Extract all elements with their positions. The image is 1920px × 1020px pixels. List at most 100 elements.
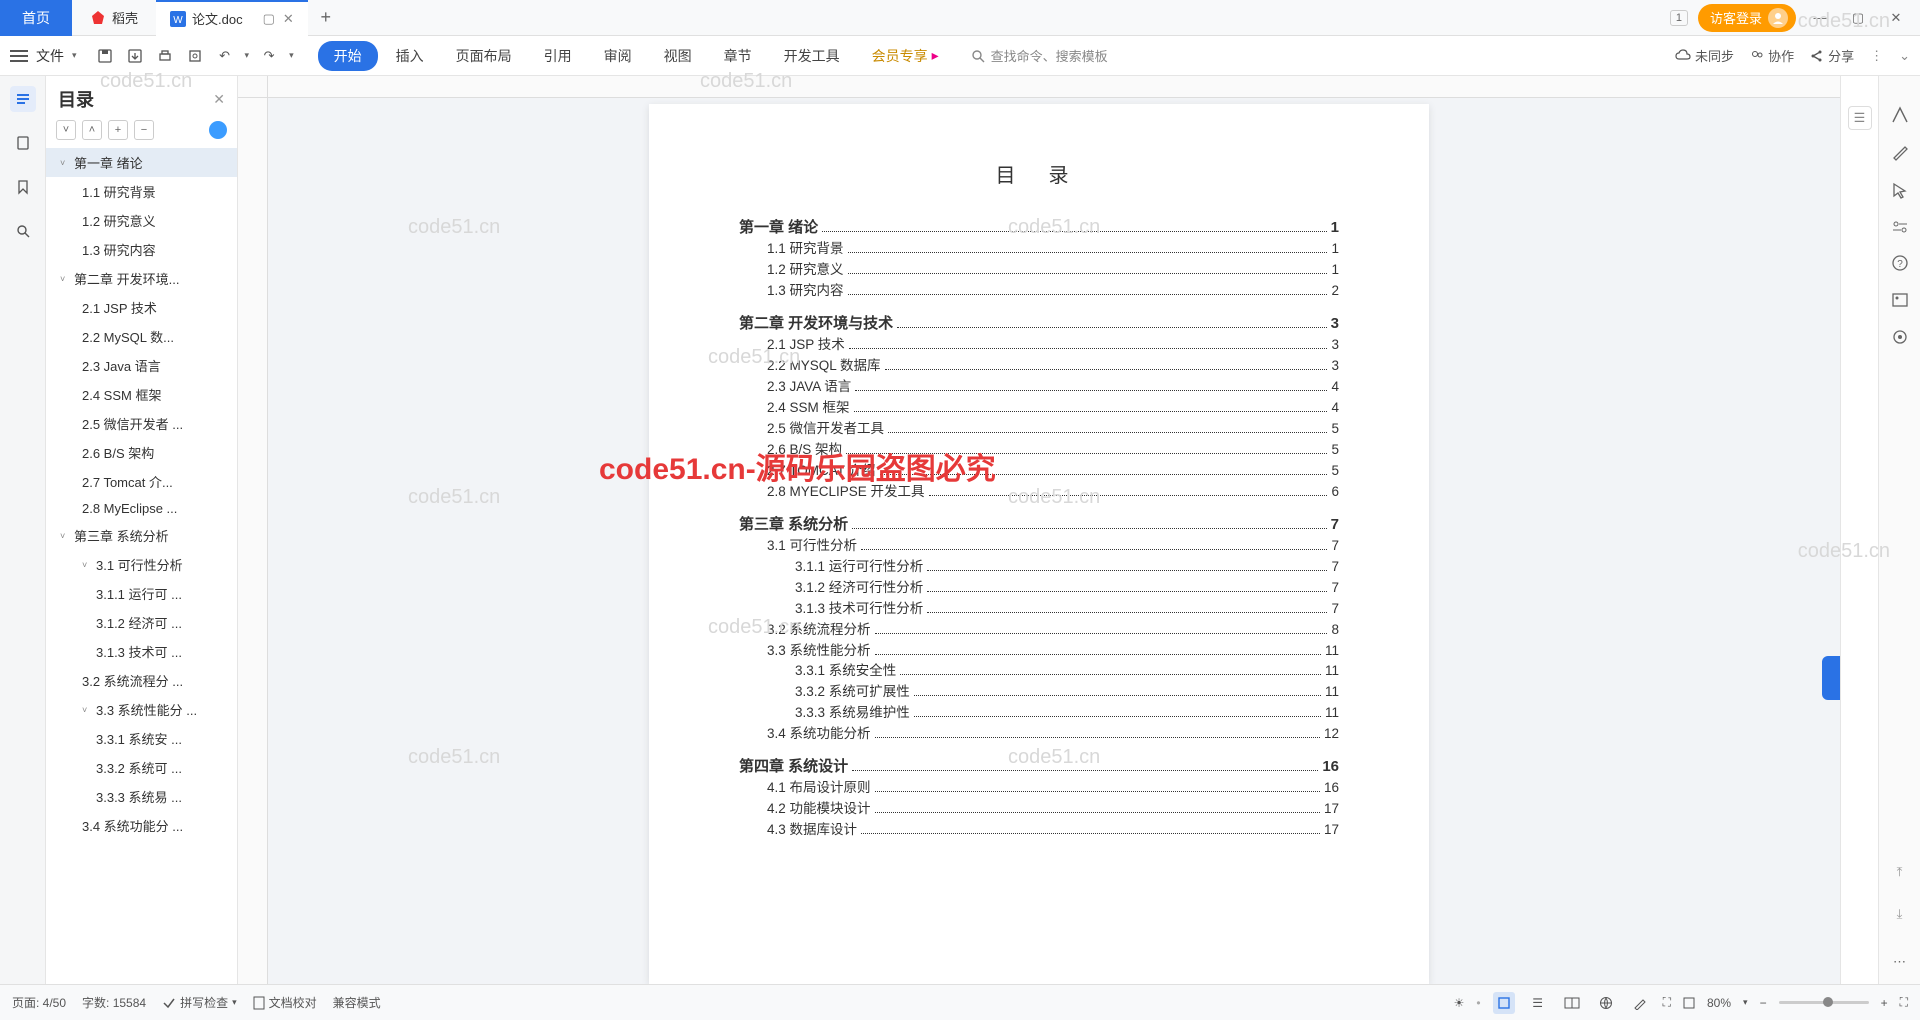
toc-line[interactable]: 2.4 SSM 框架4 <box>739 398 1339 419</box>
outline-item[interactable]: ˅3.1 可行性分析 <box>46 550 237 579</box>
outline-item[interactable]: ˅第二章 开发环境... <box>46 264 237 293</box>
outline-item[interactable]: 2.6 B/S 架构 <box>46 438 237 467</box>
view-edit-icon[interactable] <box>1629 992 1651 1014</box>
ribbon-tab-vip[interactable]: 会员专享 ▸ <box>858 40 953 72</box>
ribbon-tab-review[interactable]: 审阅 <box>590 40 646 72</box>
dim-icon[interactable]: • <box>1476 996 1480 1010</box>
tab-docer[interactable]: 稻壳 <box>72 0 156 36</box>
outline-item[interactable]: 2.1 JSP 技术 <box>46 293 237 322</box>
view-read-icon[interactable] <box>1561 992 1583 1014</box>
toc-line[interactable]: 1.3 研究内容2 <box>739 281 1339 302</box>
ribbon-tab-references[interactable]: 引用 <box>530 40 586 72</box>
outline-badge-icon[interactable] <box>209 121 227 139</box>
file-menu[interactable]: 文件 <box>36 46 64 66</box>
outline-item[interactable]: 3.3.2 系统可 ... <box>46 753 237 782</box>
image-tool-icon[interactable] <box>1891 292 1909 308</box>
toc-line[interactable]: 第一章 绪论1 <box>739 216 1339 239</box>
outline-item[interactable]: 3.3.3 系统易 ... <box>46 782 237 811</box>
outline-item[interactable]: 3.4 系统功能分 ... <box>46 811 237 840</box>
zoom-out-button[interactable]: − <box>1760 996 1767 1010</box>
more-icon[interactable]: ⋮ <box>1870 48 1883 64</box>
toc-line[interactable]: 2.1 JSP 技术3 <box>739 335 1339 356</box>
toc-line[interactable]: 3.1.2 经济可行性分析7 <box>739 578 1339 599</box>
ribbon-tab-insert[interactable]: 插入 <box>382 40 438 72</box>
collapse-ribbon-icon[interactable]: ⌄ <box>1899 48 1910 64</box>
toc-line[interactable]: 3.3.1 系统安全性11 <box>739 661 1339 682</box>
ribbon-tab-start[interactable]: 开始 <box>318 41 378 71</box>
toc-line[interactable]: 2.6 B/S 架构5 <box>739 440 1339 461</box>
zoom-slider[interactable] <box>1779 1001 1869 1004</box>
tab-home[interactable]: 首页 <box>0 0 72 36</box>
tab-document[interactable]: W 论文.doc ▢ ✕ <box>156 0 308 36</box>
toc-line[interactable]: 2.2 MYSQL 数据库3 <box>739 356 1339 377</box>
word-count[interactable]: 字数: 15584 <box>82 994 146 1011</box>
zoom-menu-icon[interactable] <box>1683 997 1695 1009</box>
toc-line[interactable]: 2.5 微信开发者工具5 <box>739 419 1339 440</box>
undo-icon[interactable]: ↶ <box>215 46 235 66</box>
outline-item[interactable]: ˅第三章 系统分析 <box>46 521 237 550</box>
add-item-icon[interactable]: + <box>108 120 128 140</box>
toc-line[interactable]: 第二章 开发环境与技术3 <box>739 312 1339 335</box>
toc-line[interactable]: 3.4 系统功能分析12 <box>739 724 1339 745</box>
hamburger-icon[interactable] <box>10 50 28 62</box>
guest-login-badge[interactable]: 访客登录 <box>1698 4 1796 32</box>
outline-item[interactable]: 3.1.2 经济可 ... <box>46 608 237 637</box>
share-button[interactable]: 分享 <box>1810 46 1854 65</box>
outline-close-icon[interactable]: ✕ <box>213 91 225 108</box>
toc-line[interactable]: 4.2 功能模块设计17 <box>739 799 1339 820</box>
search-rail-icon[interactable] <box>10 218 36 244</box>
help-icon[interactable]: ? <box>1891 254 1909 272</box>
outline-icon[interactable] <box>10 86 36 112</box>
doc-check[interactable]: 文档校对 <box>253 994 317 1011</box>
tab-close-icon[interactable]: ✕ <box>283 11 294 27</box>
compat-mode[interactable]: 兼容模式 <box>333 994 381 1011</box>
toc-line[interactable]: 1.2 研究意义1 <box>739 260 1339 281</box>
outline-item[interactable]: 3.2 系统流程分 ... <box>46 666 237 695</box>
toc-line[interactable]: 3.1.1 运行可行性分析7 <box>739 557 1339 578</box>
scroll-bottom-icon[interactable]: ⤓ <box>1897 906 1903 922</box>
save-icon[interactable] <box>95 46 115 66</box>
outline-item[interactable]: 2.5 微信开发者 ... <box>46 409 237 438</box>
expand-all-icon[interactable]: ˄ <box>82 120 102 140</box>
horizontal-ruler[interactable] <box>268 76 1840 98</box>
toc-line[interactable]: 4.1 布局设计原则16 <box>739 778 1339 799</box>
toc-line[interactable]: 3.3.3 系统易维护性11 <box>739 703 1339 724</box>
scroll-top-icon[interactable]: ⤒ <box>1897 864 1903 880</box>
toc-line[interactable]: 3.3 系统性能分析11 <box>739 641 1339 662</box>
outline-item[interactable]: 1.1 研究背景 <box>46 177 237 206</box>
sync-status[interactable]: 未同步 <box>1675 46 1734 65</box>
outline-item[interactable]: ˅第一章 绪论 <box>46 148 237 177</box>
toc-line[interactable]: 2.7 TOMCAT 介绍5 <box>739 461 1339 482</box>
collapse-all-icon[interactable]: ˅ <box>56 120 76 140</box>
fullscreen-icon[interactable]: ⛶ <box>1900 995 1908 1010</box>
collaborate-button[interactable]: 协作 <box>1750 46 1794 65</box>
redo-icon[interactable]: ↷ <box>259 46 279 66</box>
toc-line[interactable]: 3.2 系统流程分析8 <box>739 620 1339 641</box>
print-preview-icon[interactable] <box>185 46 205 66</box>
settings-icon[interactable] <box>1891 220 1909 234</box>
window-count-badge[interactable]: 1 <box>1670 10 1688 26</box>
toc-line[interactable]: 4.3 数据库设计17 <box>739 820 1339 841</box>
zoom-value[interactable]: 80% <box>1707 996 1731 1010</box>
ribbon-tab-layout[interactable]: 页面布局 <box>442 40 526 72</box>
highlight-icon[interactable] <box>1891 144 1909 162</box>
outline-item[interactable]: ˅3.3 系统性能分 ... <box>46 695 237 724</box>
vertical-ruler[interactable] <box>238 98 268 984</box>
ribbon-tab-section[interactable]: 章节 <box>710 40 766 72</box>
view-web-icon[interactable] <box>1595 992 1617 1014</box>
toc-line[interactable]: 3.1.3 技术可行性分析7 <box>739 599 1339 620</box>
toc-line[interactable]: 3.1 可行性分析7 <box>739 536 1339 557</box>
outline-item[interactable]: 3.3.1 系统安 ... <box>46 724 237 753</box>
toc-line[interactable]: 3.3.2 系统可扩展性11 <box>739 682 1339 703</box>
outline-item[interactable]: 1.3 研究内容 <box>46 235 237 264</box>
new-tab-button[interactable]: + <box>308 7 344 28</box>
outline-item[interactable]: 2.7 Tomcat 介... <box>46 467 237 496</box>
spell-check[interactable]: 拼写检查 ▾ <box>162 994 237 1011</box>
print-icon[interactable] <box>155 46 175 66</box>
outline-item[interactable]: 3.1.1 运行可 ... <box>46 579 237 608</box>
outline-item[interactable]: 2.2 MySQL 数... <box>46 322 237 351</box>
outline-item[interactable]: 2.4 SSM 框架 <box>46 380 237 409</box>
view-outline-icon[interactable]: ☰ <box>1527 992 1549 1014</box>
save-as-icon[interactable] <box>125 46 145 66</box>
toc-line[interactable]: 2.8 MYECLIPSE 开发工具6 <box>739 482 1339 503</box>
